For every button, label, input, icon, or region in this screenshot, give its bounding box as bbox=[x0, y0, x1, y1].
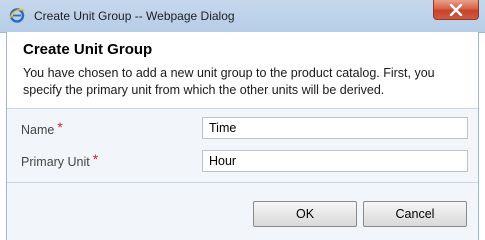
name-label: Name * bbox=[21, 119, 63, 137]
dialog-footer: OK Cancel bbox=[7, 183, 478, 240]
name-field[interactable] bbox=[202, 117, 468, 139]
primary-unit-field[interactable] bbox=[202, 150, 468, 172]
dialog-header: Create Unit Group You have chosen to add… bbox=[7, 32, 478, 104]
primary-unit-label-text: Primary Unit bbox=[21, 155, 90, 169]
name-label-text: Name bbox=[21, 123, 55, 137]
dialog-description: You have chosen to add a new unit group … bbox=[23, 66, 435, 97]
close-icon bbox=[449, 4, 463, 16]
cancel-button[interactable]: Cancel bbox=[363, 201, 467, 227]
close-button[interactable] bbox=[433, 0, 479, 20]
required-marker: * bbox=[57, 119, 63, 135]
ok-button[interactable]: OK bbox=[253, 201, 357, 227]
title-bar: Create Unit Group -- Webpage Dialog bbox=[0, 0, 485, 33]
primary-unit-label: Primary Unit * bbox=[21, 151, 99, 169]
dialog-heading: Create Unit Group bbox=[23, 41, 153, 58]
window-title: Create Unit Group -- Webpage Dialog bbox=[34, 9, 235, 23]
dialog-body: Create Unit Group You have chosen to add… bbox=[6, 32, 479, 240]
required-marker: * bbox=[92, 151, 99, 167]
ie-icon bbox=[9, 7, 25, 23]
